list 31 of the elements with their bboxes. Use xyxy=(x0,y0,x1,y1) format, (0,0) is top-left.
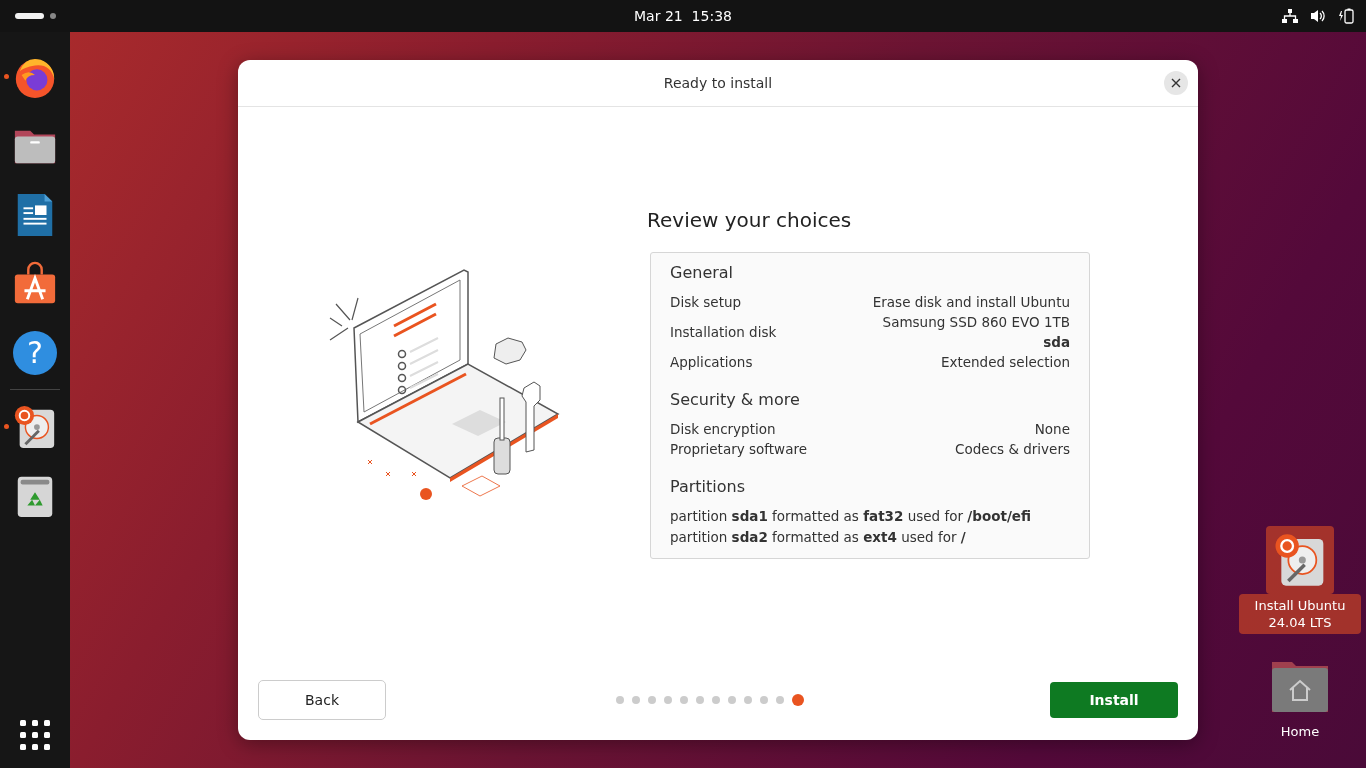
home-folder-icon[interactable] xyxy=(1272,660,1328,712)
battery-charging-icon[interactable] xyxy=(1338,8,1354,24)
row-label: Disk encryption xyxy=(670,420,776,439)
page-heading: Review your choices xyxy=(647,208,853,232)
row-value: Codecs & drivers xyxy=(955,440,1070,459)
section-title: Partitions xyxy=(670,477,746,496)
row-label: Applications xyxy=(670,353,753,372)
clock[interactable]: Mar 21 15:38 xyxy=(634,8,732,24)
row-value: Extended selection xyxy=(940,353,1070,372)
row-label: Disk setup xyxy=(670,293,742,312)
row-value: Samsung SSD 860 EVO 1TB sda xyxy=(882,313,1070,352)
section-title: Security & more xyxy=(670,390,801,409)
row-label: Proprietary software xyxy=(670,440,807,459)
partition-line: partition sda2 formatted as ext4 used for / xyxy=(670,528,967,547)
workspace-indicator[interactable] xyxy=(50,13,56,19)
volume-icon[interactable] xyxy=(1310,9,1326,23)
partition-line: partition sda1 formatted as fat32 used for /boot/efi xyxy=(670,507,1033,526)
row-value: None xyxy=(1034,420,1070,439)
row-value: Erase disk and install Ubuntu xyxy=(872,293,1070,312)
workspace-indicator[interactable] xyxy=(15,13,44,19)
back-button[interactable]: Back xyxy=(258,680,386,720)
install-button[interactable]: Install xyxy=(1050,682,1178,718)
app-grid-icon[interactable] xyxy=(20,720,50,750)
close-button[interactable] xyxy=(1164,71,1188,95)
section-title: General xyxy=(670,263,735,282)
desktop-icon-label[interactable]: Home xyxy=(1239,720,1361,743)
close-icon xyxy=(1171,78,1181,88)
network-icon[interactable] xyxy=(1282,9,1298,23)
window-title: Ready to install xyxy=(663,75,773,91)
desktop-icon-label[interactable]: Install Ubuntu 24.04 LTS xyxy=(1239,594,1361,634)
row-label: Installation disk xyxy=(670,323,777,342)
